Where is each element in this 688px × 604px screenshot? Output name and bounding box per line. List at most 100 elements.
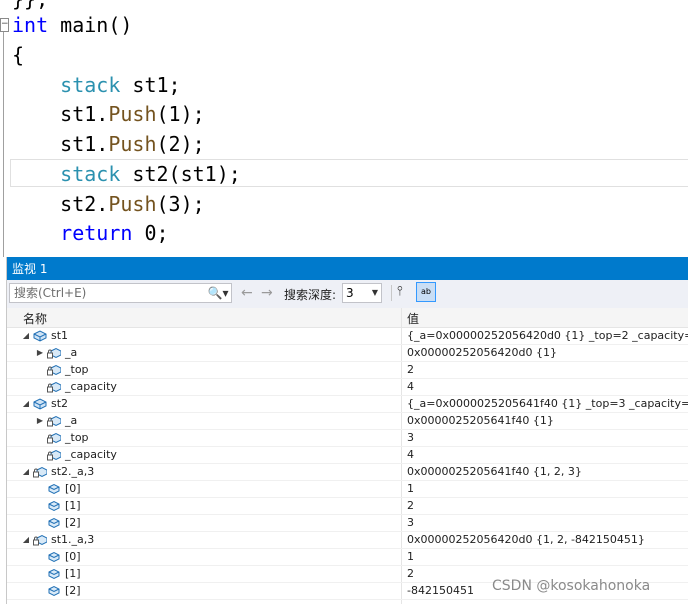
code-line[interactable]: st1.Push(2);	[12, 129, 205, 159]
watch-item-value[interactable]: 4	[407, 447, 414, 463]
expand-arrow-icon[interactable]: ▶	[35, 413, 45, 429]
watch-item-value[interactable]: 0x0000025205641f40 {1, 2, 3}	[407, 464, 582, 480]
collapse-arrow-icon[interactable]: ◢	[21, 396, 31, 412]
search-input[interactable]: 搜索(Ctrl+E) 🔍▾	[9, 283, 232, 303]
watch-item-value[interactable]: 2	[407, 498, 414, 514]
watch-item-value[interactable]: 1	[407, 549, 414, 565]
code-text: {	[12, 43, 25, 67]
search-placeholder: 搜索(Ctrl+E)	[14, 286, 87, 300]
column-name-header[interactable]: 名称	[23, 310, 47, 327]
code-line[interactable]: st1.Push(1);	[12, 99, 205, 129]
watch-item-value[interactable]: {_a=0x0000025205641f40 {1} _top=3 _capac…	[407, 396, 688, 412]
watch-item-name[interactable]: st2._a,3	[51, 464, 94, 480]
toolbar-divider	[391, 285, 392, 301]
watch-row[interactable]: ◢ st2 {_a=0x0000025205641f40 {1} _top=3 _c…	[7, 396, 688, 413]
watch-item-name[interactable]: st2	[51, 396, 68, 412]
expand-arrow-icon[interactable]: ▶	[35, 345, 45, 361]
code-line[interactable]: int main()	[12, 10, 132, 40]
private-field-icon	[33, 466, 48, 478]
private-field-icon	[33, 534, 48, 546]
watch-row[interactable]: ◢ st2._a,3 0x0000025205641f40 {1, 2, 3}	[7, 464, 688, 481]
code-line[interactable]: stack st1;	[12, 70, 181, 100]
watch-row[interactable]: _capacity 4	[7, 379, 688, 396]
watch-item-name[interactable]: _a	[65, 413, 77, 429]
watch-row[interactable]: [2] 3	[7, 515, 688, 532]
code-line[interactable]: stack st2(st1);	[12, 159, 241, 189]
code-text: (3);	[156, 192, 205, 216]
watch-item-value[interactable]: 3	[407, 515, 414, 531]
watch-row[interactable]: ◢ st1 {_a=0x00000252056420d0 {1} _top=2 _c…	[7, 328, 688, 345]
private-field-icon	[47, 432, 62, 444]
watch-item-name[interactable]: st1	[51, 328, 68, 344]
watch-item-value[interactable]: 4	[407, 379, 414, 395]
watch-window: 监视 1 搜索(Ctrl+E) 🔍▾ ← → 搜索深度: 3 ▼ ⫯ ab 名称…	[6, 257, 688, 604]
code-keyword: return	[60, 221, 133, 245]
code-line[interactable]: return 0;	[12, 218, 169, 248]
watch-item-name[interactable]: _top	[65, 430, 89, 446]
private-field-icon	[47, 364, 62, 376]
watch-item-name[interactable]: _a	[65, 345, 77, 361]
watch-item-value[interactable]: 0x00000252056420d0 {1}	[407, 345, 557, 361]
watch-item-value[interactable]: 2	[407, 362, 414, 378]
collapse-arrow-icon[interactable]: ◢	[21, 464, 31, 480]
watch-row[interactable]: [0] 1	[7, 549, 688, 566]
watch-item-name[interactable]: [0]	[65, 549, 81, 565]
watch-item-name[interactable]: [2]	[65, 515, 81, 531]
watch-row[interactable]: _top 2	[7, 362, 688, 379]
watch-item-name[interactable]: _capacity	[65, 379, 117, 395]
code-text: main()	[48, 13, 133, 37]
code-line[interactable]: {	[12, 40, 24, 70]
code-keyword: int	[12, 13, 49, 37]
watch-title-bar[interactable]: 监视 1	[7, 257, 688, 280]
watch-item-name[interactable]: _capacity	[65, 447, 117, 463]
watch-item-name[interactable]: [0]	[65, 481, 81, 497]
watch-row[interactable]: ▶ _a 0x0000025205641f40 {1}	[7, 413, 688, 430]
code-editor[interactable]: − }};int main(){ stack st1; st1.Push(1);…	[0, 0, 688, 257]
search-forward-icon[interactable]: →	[261, 285, 273, 301]
search-depth-select[interactable]: 3 ▼	[342, 283, 382, 303]
collapse-arrow-icon[interactable]: ◢	[21, 532, 31, 548]
search-icon[interactable]: 🔍▾	[205, 284, 231, 302]
watch-item-value[interactable]: 0x00000252056420d0 {1, 2, -842150451}	[407, 532, 645, 548]
column-value-header[interactable]: 值	[407, 310, 419, 327]
code-function: Push	[108, 192, 157, 216]
code-line[interactable]: st2.Push(3);	[12, 189, 205, 219]
pin-icon[interactable]: ⫯	[397, 284, 403, 299]
code-text: st2.	[12, 192, 109, 216]
private-field-icon	[47, 347, 62, 359]
private-field-icon	[47, 381, 62, 393]
watch-item-value[interactable]: 3	[407, 430, 414, 446]
code-text: st1;	[120, 73, 181, 97]
hex-display-button[interactable]: ab	[416, 282, 436, 302]
watch-row[interactable]: _top 3	[7, 430, 688, 447]
watch-item-name[interactable]: [2]	[65, 583, 81, 599]
watch-item-name[interactable]: [1]	[65, 498, 81, 514]
watch-item-value[interactable]: {_a=0x00000252056420d0 {1} _top=2 _capac…	[407, 328, 688, 344]
search-back-icon[interactable]: ←	[241, 285, 253, 301]
watch-row[interactable]: _capacity 4	[7, 447, 688, 464]
watch-item-name[interactable]: [1]	[65, 566, 81, 582]
collapse-arrow-icon[interactable]: ◢	[21, 328, 31, 344]
watch-row[interactable]: ▶ _a 0x00000252056420d0 {1}	[7, 345, 688, 362]
watch-row[interactable]: [0] 1	[7, 481, 688, 498]
watch-item-value[interactable]: 1	[407, 481, 414, 497]
watch-item-name[interactable]: st1._a,3	[51, 532, 94, 548]
hex-icon: ab	[421, 287, 431, 296]
watch-toolbar: 搜索(Ctrl+E) 🔍▾ ← → 搜索深度: 3 ▼ ⫯ ab	[7, 280, 688, 308]
array-element-icon	[47, 517, 61, 529]
watch-item-value[interactable]: 0x0000025205641f40 {1}	[407, 413, 554, 429]
watch-row[interactable]: ◢ st1._a,3 0x00000252056420d0 {1, 2, -8421…	[7, 532, 688, 549]
array-element-icon	[47, 568, 61, 580]
code-text: 0;	[132, 221, 169, 245]
collapse-toggle-icon[interactable]: −	[0, 18, 9, 32]
array-element-icon	[47, 483, 61, 495]
code-type: stack	[60, 73, 121, 97]
watch-item-value[interactable]: -842150451	[407, 583, 474, 599]
watch-row[interactable]: [1] 2	[7, 498, 688, 515]
watch-title: 监视 1	[12, 262, 48, 276]
array-element-icon	[47, 500, 61, 512]
watch-item-value[interactable]: 2	[407, 566, 414, 582]
watch-item-name[interactable]: _top	[65, 362, 89, 378]
